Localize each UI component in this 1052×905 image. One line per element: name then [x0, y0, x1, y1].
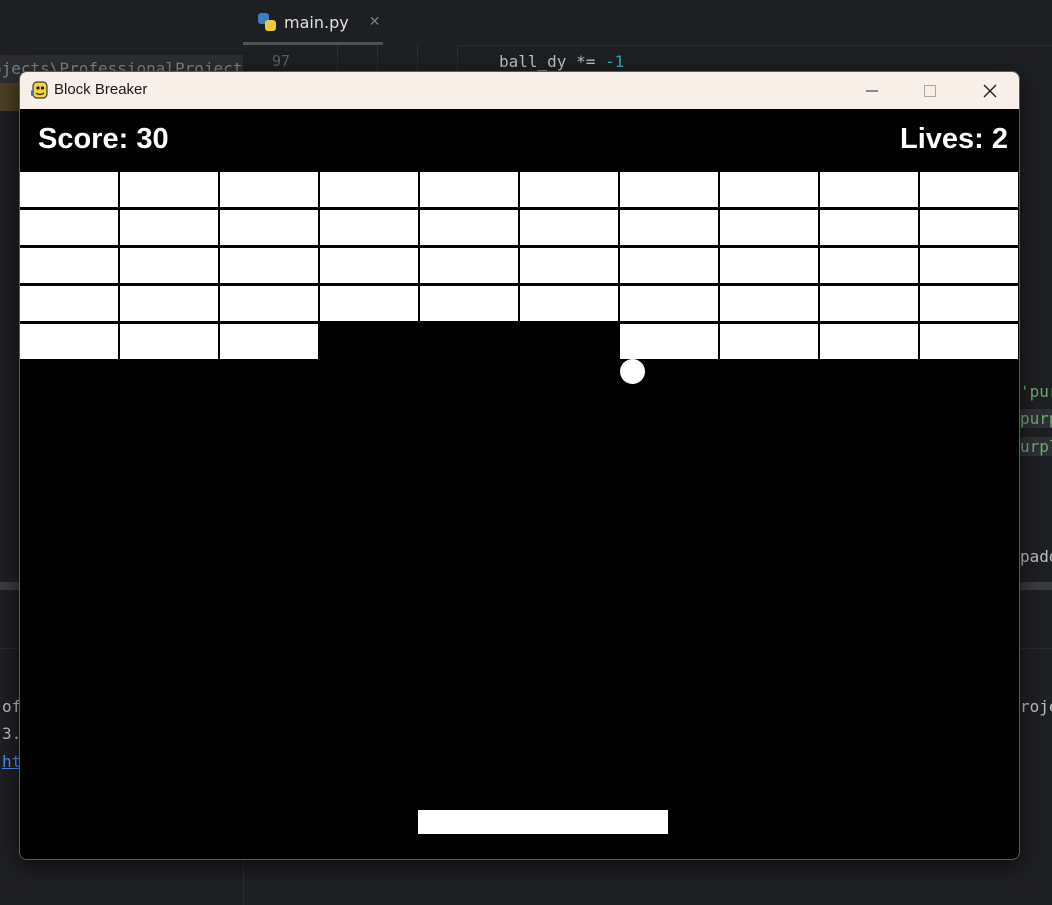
close-button[interactable] — [961, 72, 1019, 109]
brick — [520, 172, 618, 207]
score-display: Score: 30 — [38, 123, 169, 155]
brick — [920, 172, 1018, 207]
brick — [20, 210, 118, 245]
tab-label: main.py — [284, 12, 349, 32]
brick — [720, 286, 818, 321]
window-titlebar[interactable]: Block Breaker — [20, 72, 1019, 109]
brick — [820, 172, 918, 207]
brick — [920, 248, 1018, 283]
brick — [720, 210, 818, 245]
brick — [420, 286, 518, 321]
brick — [220, 210, 318, 245]
brick — [20, 172, 118, 207]
minimize-icon — [866, 90, 878, 91]
code-fragment: padd — [1020, 547, 1052, 566]
brick — [120, 286, 218, 321]
code-fragment: urpl — [1020, 437, 1052, 456]
brick — [920, 210, 1018, 245]
brick — [120, 210, 218, 245]
brick — [320, 286, 418, 321]
brick — [820, 210, 918, 245]
brick — [320, 248, 418, 283]
window-title: Block Breaker — [54, 81, 148, 98]
paddle[interactable] — [418, 810, 668, 834]
brick — [620, 210, 718, 245]
brick — [120, 172, 218, 207]
brick — [920, 324, 1018, 359]
console-link[interactable]: ht — [2, 752, 20, 771]
brick — [820, 248, 918, 283]
game-window: Block Breaker Score: 30 Lives: 2 — [19, 71, 1020, 860]
line-number: 97 — [272, 52, 291, 70]
brick — [220, 172, 318, 207]
game-canvas[interactable]: Score: 30 Lives: 2 — [20, 109, 1019, 859]
lives-display: Lives: 2 — [900, 123, 1008, 155]
brick — [420, 210, 518, 245]
brick — [820, 324, 918, 359]
brick — [720, 248, 818, 283]
python-file-icon — [258, 13, 276, 31]
code-number: -1 — [604, 52, 625, 71]
brick — [820, 286, 918, 321]
brick — [20, 324, 118, 359]
brick — [420, 172, 518, 207]
brick — [620, 172, 718, 207]
brick — [320, 210, 418, 245]
brick — [520, 210, 618, 245]
code-line[interactable]: ball_dy *= -1 — [499, 52, 624, 71]
code-text: ball_dy *= — [499, 52, 605, 71]
brick — [920, 286, 1018, 321]
brick — [720, 324, 818, 359]
brick — [520, 248, 618, 283]
brick — [20, 286, 118, 321]
tab-close-icon[interactable]: ✕ — [369, 14, 381, 30]
tab-main-py[interactable]: main.py ✕ — [258, 8, 380, 36]
brick — [520, 286, 618, 321]
brick — [120, 248, 218, 283]
brick — [720, 172, 818, 207]
maximize-icon — [924, 84, 936, 97]
console-line: 3. — [2, 724, 20, 743]
brick — [20, 248, 118, 283]
path-highlight — [0, 83, 20, 111]
brick — [120, 324, 218, 359]
close-icon — [983, 84, 997, 97]
brick — [220, 248, 318, 283]
maximize-button[interactable] — [901, 72, 959, 109]
brick — [620, 286, 718, 321]
brick — [420, 248, 518, 283]
brick — [220, 286, 318, 321]
code-fragment: purp — [1020, 409, 1052, 428]
brick — [620, 324, 718, 359]
minimize-button[interactable] — [843, 72, 901, 109]
brick — [620, 248, 718, 283]
brick — [220, 324, 318, 359]
brick — [320, 172, 418, 207]
ball — [620, 359, 645, 384]
pygame-snake-icon — [31, 81, 48, 99]
console-line: of — [2, 697, 20, 716]
console-line: roje — [1020, 697, 1052, 716]
code-fragment: 'pur — [1020, 382, 1052, 401]
